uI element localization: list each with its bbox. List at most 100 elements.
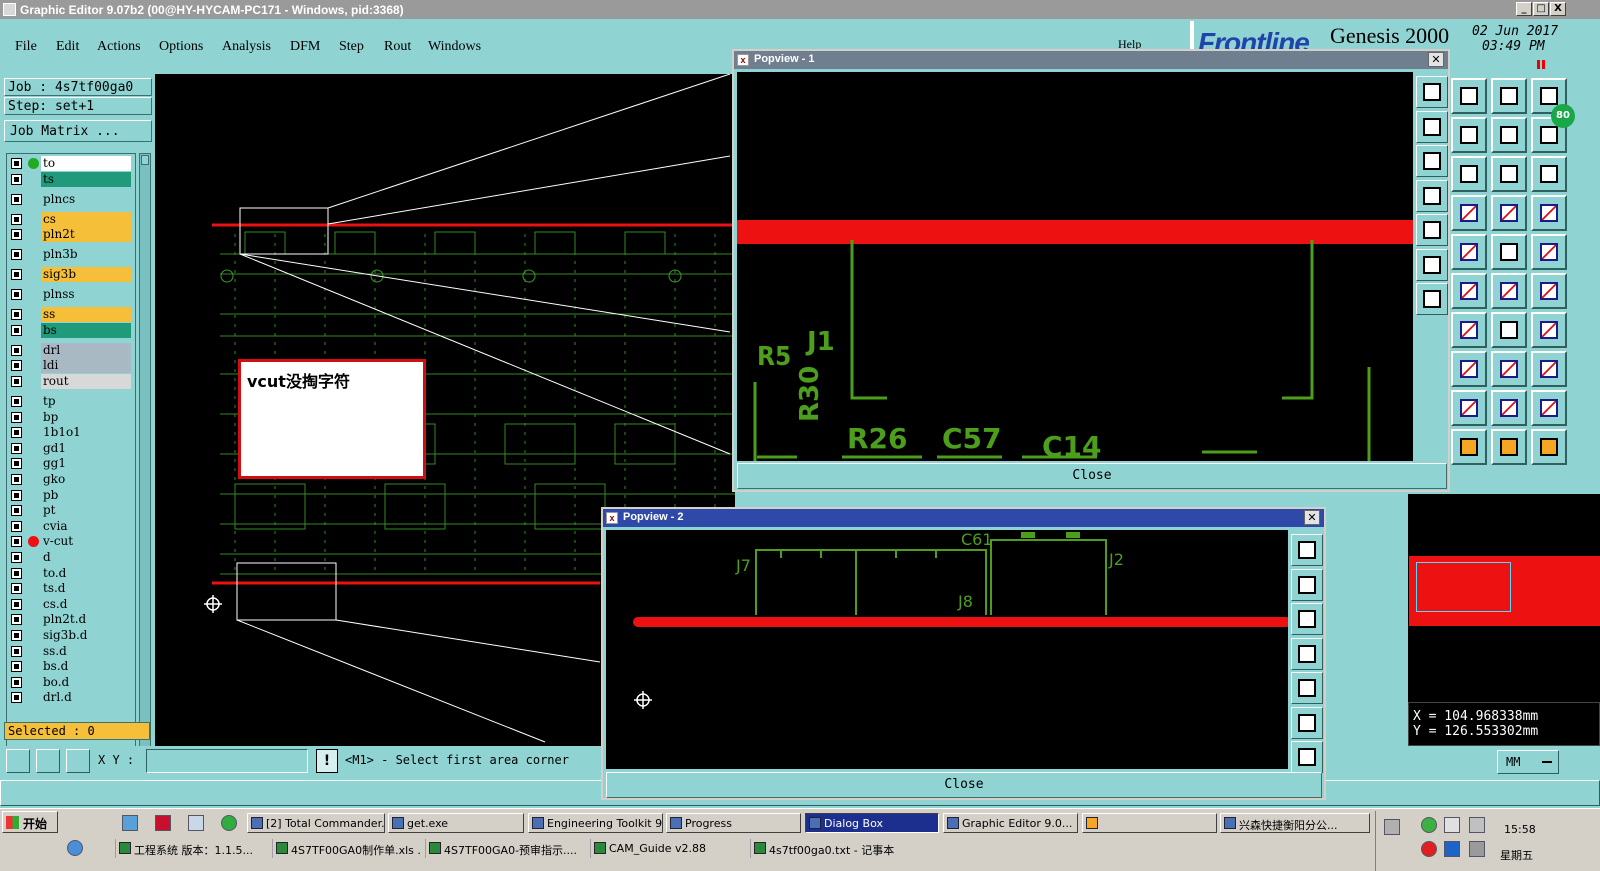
layer-name[interactable]: cs.d	[41, 596, 131, 612]
minimize-button[interactable]: _	[1516, 2, 1532, 16]
layer-name[interactable]: tp	[41, 394, 131, 409]
layer-name[interactable]: 1b1o1	[41, 425, 131, 441]
quicklaunch-calc-icon[interactable]	[188, 815, 204, 831]
layer-name[interactable]: ts	[41, 171, 131, 187]
layer-checkbox[interactable]	[11, 158, 22, 169]
layer-row-ss[interactable]: ss	[9, 307, 133, 323]
layer-name[interactable]: to	[41, 156, 131, 171]
layer-row-pt[interactable]: pt	[9, 503, 133, 519]
arc-c-tool-button[interactable]	[1531, 390, 1567, 426]
layer-row-tp[interactable]: tp	[9, 394, 133, 409]
home-tool-button[interactable]	[1491, 78, 1527, 114]
layer-row-ldi[interactable]: ldi	[9, 358, 133, 374]
tray-signal-icon[interactable]	[1469, 817, 1485, 833]
layer-name[interactable]: cs	[41, 211, 131, 227]
layer-checkbox[interactable]	[11, 193, 22, 205]
layer-row-bo-d[interactable]: bo.d	[9, 674, 133, 690]
popview-1-tool-4[interactable]	[1416, 179, 1448, 212]
taskbar-row2-item-2[interactable]: 4S7TF00GA0制作单.xls ...	[272, 839, 422, 858]
menu-step[interactable]: Step	[339, 39, 364, 55]
layer-name[interactable]: gg1	[41, 456, 131, 472]
layer-checkbox[interactable]	[11, 173, 22, 185]
maximize-button[interactable]: □	[1533, 2, 1549, 16]
popview-1-canvas[interactable]: R5 J1 R30 R26 C57 C14	[737, 72, 1413, 461]
layer-name[interactable]: cvia	[41, 518, 131, 534]
fill-tool-button[interactable]	[1531, 312, 1567, 348]
layer-row-pln2t[interactable]: pln2t	[9, 227, 133, 243]
layer-row-d[interactable]: d	[9, 550, 133, 565]
close-window-button[interactable]: X	[1550, 2, 1566, 16]
layer-checkbox[interactable]	[11, 692, 22, 704]
menu-rout[interactable]: Rout	[384, 39, 411, 55]
center-tool-button[interactable]	[1451, 156, 1487, 192]
layer-checkbox[interactable]	[11, 289, 22, 301]
popview-1-tool-6[interactable]	[1416, 248, 1448, 281]
load-tool-button[interactable]	[1451, 78, 1487, 114]
ruler-tool-button[interactable]	[1491, 234, 1527, 270]
quicklaunch-browser-icon[interactable]	[221, 815, 237, 831]
layer-checkbox[interactable]	[11, 324, 22, 336]
layer-checkbox[interactable]	[11, 229, 22, 241]
layer-checkbox[interactable]	[11, 583, 22, 595]
menu-analysis[interactable]: Analysis	[222, 39, 271, 55]
help-tool-button[interactable]	[1531, 156, 1567, 192]
layer-name[interactable]: d	[41, 550, 131, 565]
layer-checkbox[interactable]	[11, 552, 22, 563]
move-node-b-tool-button[interactable]	[1531, 273, 1567, 309]
tray-printer-icon[interactable]	[1384, 819, 1400, 835]
popview-2-tool-4[interactable]	[1291, 637, 1323, 670]
quicklaunch-globe-icon[interactable]	[67, 840, 83, 856]
tray-update-icon[interactable]	[1421, 817, 1437, 833]
popview-2-close-x[interactable]: ✕	[1304, 510, 1320, 525]
quicklaunch-network-icon[interactable]	[122, 815, 138, 831]
layer-row-pb[interactable]: pb	[9, 487, 133, 503]
layer-checkbox[interactable]	[11, 505, 22, 517]
measure-tool-button[interactable]	[36, 749, 60, 773]
layer-checkbox[interactable]	[11, 360, 22, 372]
layer-row-gg1[interactable]: gg1	[9, 456, 133, 472]
popview-2-canvas[interactable]: C61 J7 J2 J8	[606, 530, 1288, 769]
layer-checkbox[interactable]	[11, 249, 22, 261]
alert-icon[interactable]: !	[316, 749, 338, 773]
layer-name[interactable]: sig3b.d	[41, 628, 131, 643]
menu-windows[interactable]: Windows	[428, 39, 481, 55]
pointer-a-tool-button[interactable]	[1451, 429, 1487, 465]
layer-checkbox[interactable]	[11, 396, 22, 407]
taskbar-item-4[interactable]: Progress	[666, 813, 801, 833]
layer-name[interactable]: bs	[41, 322, 131, 338]
popview-2-tool-6[interactable]	[1291, 706, 1323, 739]
taskbar-row2-item-1[interactable]: 工程系统 版本：1.1.5...	[115, 839, 270, 858]
ratio-tool-button[interactable]	[1491, 156, 1527, 192]
taskbar-item-6[interactable]: Graphic Editor 9.0...	[943, 813, 1078, 833]
net-point-tool-button[interactable]	[1451, 195, 1487, 231]
layer-checkbox[interactable]	[11, 269, 22, 281]
layer-checkbox[interactable]	[11, 536, 22, 548]
layer-row-pln2t-d[interactable]: pln2t.d	[9, 612, 133, 628]
layer-name[interactable]: pb	[41, 487, 131, 503]
layer-checkbox[interactable]	[11, 598, 22, 610]
cross-tool-button[interactable]	[1451, 273, 1487, 309]
layer-checkbox[interactable]	[11, 411, 22, 423]
layer-row-cs-d[interactable]: cs.d	[9, 596, 133, 612]
popview-1-close-x[interactable]: ✕	[1428, 52, 1444, 67]
taskbar-item-1[interactable]: [2] Total Commander...	[247, 813, 385, 833]
popview-2-tool-5[interactable]	[1291, 672, 1323, 704]
layer-checkbox[interactable]	[11, 376, 22, 387]
layer-checkbox[interactable]	[11, 427, 22, 439]
layer-row-cs[interactable]: cs	[9, 211, 133, 227]
layer-name[interactable]: drl	[41, 342, 131, 358]
tray-clock[interactable]: 15:58	[1504, 823, 1536, 836]
layer-checkbox[interactable]	[11, 567, 22, 579]
menu-actions[interactable]: Actions	[97, 39, 141, 55]
layer-name[interactable]: rout	[41, 374, 131, 389]
layer-row-gko[interactable]: gko	[9, 472, 133, 487]
popview-2-close-button[interactable]: Close	[606, 772, 1322, 798]
layer-name[interactable]: pln2t	[41, 227, 131, 243]
layer-row-sig3b-d[interactable]: sig3b.d	[9, 628, 133, 643]
shape-tool-button[interactable]	[1531, 351, 1567, 387]
layer-row-bp[interactable]: bp	[9, 409, 133, 425]
layer-checkbox[interactable]	[11, 474, 22, 485]
taskbar-item-2[interactable]: get.exe	[388, 813, 524, 833]
scroll-up-arrow[interactable]	[141, 155, 149, 165]
cut-line-tool-button[interactable]	[1451, 312, 1487, 348]
